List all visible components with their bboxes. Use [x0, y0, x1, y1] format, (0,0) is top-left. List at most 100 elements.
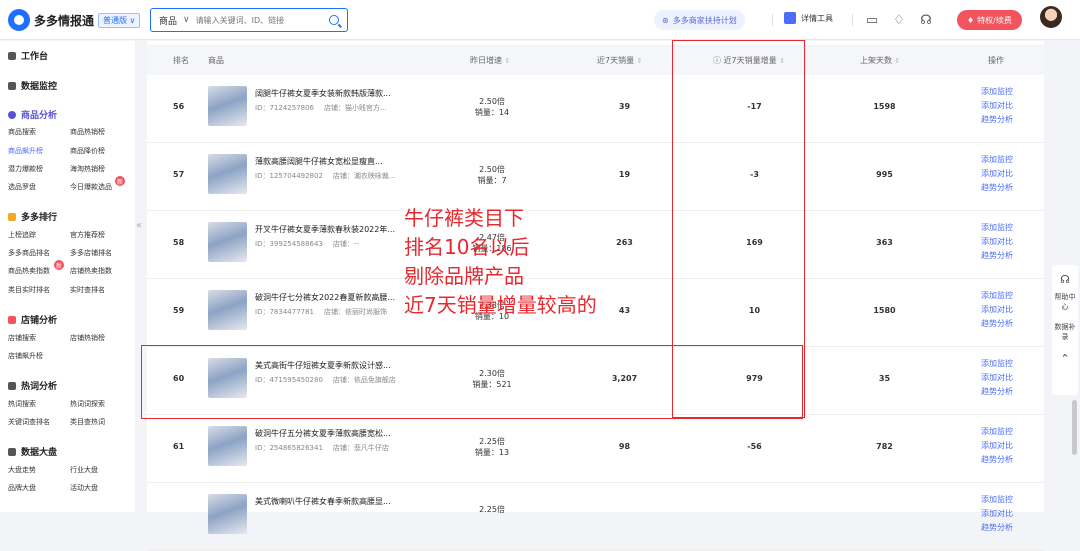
sidebar-section-product-analysis[interactable]: 商品分析: [8, 108, 57, 121]
add-compare-link[interactable]: 添加对比: [967, 439, 1027, 453]
shop-name[interactable]: 依丽时尚服饰: [345, 308, 387, 316]
sidebar-item[interactable]: 多多店铺排名: [70, 248, 112, 258]
sidebar-item[interactable]: 活动大盘: [70, 483, 98, 493]
sidebar-item[interactable]: 店铺热销榜: [70, 333, 105, 343]
table-row: 61 破洞牛仔五分裤女夏季薄款高腰宽松... ID：254865826341 店铺：悲…: [147, 415, 1044, 483]
trend-analysis-link[interactable]: 趋势分析: [967, 521, 1027, 535]
search-category-select[interactable]: 商品 ∨: [151, 9, 196, 31]
sidebar-item[interactable]: 热词搜索: [8, 399, 36, 409]
product-title[interactable]: 阔腿牛仔裤女夏季女装新款韩版薄款...: [255, 88, 415, 99]
avatar[interactable]: [1040, 6, 1062, 28]
headset-icon[interactable]: ☊: [1052, 273, 1078, 286]
product-image[interactable]: [208, 494, 247, 534]
sidebar-item[interactable]: 商品搜索: [8, 127, 36, 137]
sidebar-item[interactable]: 店铺飙升榜: [8, 351, 43, 361]
sidebar-section-ranking[interactable]: 多多排行: [8, 210, 57, 223]
trend-analysis-link[interactable]: 趋势分析: [967, 249, 1027, 263]
sidebar-item[interactable]: 店铺热卖指数: [70, 266, 112, 276]
sidebar-item[interactable]: 类目查热词: [70, 417, 105, 427]
add-monitor-link[interactable]: 添加监控: [967, 153, 1027, 167]
sidebar-item[interactable]: 类目实时排名: [8, 285, 50, 295]
add-monitor-link[interactable]: 添加监控: [967, 289, 1027, 303]
sidebar-item[interactable]: 大盘走势: [8, 465, 36, 475]
sidebar-item[interactable]: 商品热卖指数: [8, 266, 50, 276]
trend-analysis-link[interactable]: 趋势分析: [967, 113, 1027, 127]
customer-service-icon[interactable]: ☊: [917, 11, 935, 29]
product-title[interactable]: 破洞牛仔七分裤女2022春夏新款高腰...: [255, 292, 415, 303]
sidebar-item[interactable]: 选品罗盘: [8, 182, 36, 192]
app-name: 多多情报通: [34, 13, 95, 28]
product-image[interactable]: [208, 154, 247, 194]
vip-renew-button[interactable]: ♦ 特权/续费: [957, 10, 1022, 30]
sidebar-item[interactable]: 多多商品排名: [8, 248, 50, 258]
product-title[interactable]: 薄款高腰阔腿牛仔裤女宽松显瘦直...: [255, 156, 415, 167]
version-badge[interactable]: 普通版 ∨: [98, 12, 141, 28]
sidebar-section-dashboard[interactable]: 数据大盘: [8, 445, 57, 458]
sidebar-section-hotword[interactable]: 热词分析: [8, 379, 57, 392]
sidebar-item[interactable]: 商品飙升榜: [8, 146, 43, 156]
add-monitor-link[interactable]: 添加监控: [967, 425, 1027, 439]
search-icon[interactable]: [329, 15, 339, 25]
sidebar-item[interactable]: 实时查排名: [70, 285, 105, 295]
shop-name[interactable]: 悲凡牛仔店: [354, 444, 389, 452]
add-monitor-link[interactable]: 添加监控: [967, 357, 1027, 371]
shop-name[interactable]: --: [354, 240, 359, 248]
back-to-top-icon[interactable]: ⌃: [1052, 352, 1078, 365]
column-header-sales7[interactable]: 近7天销量 ⇕: [597, 55, 643, 66]
sidebar-item[interactable]: 品牌大盘: [8, 483, 36, 493]
help-center-link[interactable]: 帮助中心: [1052, 292, 1078, 312]
add-monitor-link[interactable]: 添加监控: [967, 493, 1027, 507]
new-badge: 新: [54, 260, 64, 270]
product-meta: ID：7124257806 店铺：猫小贱官方...: [255, 103, 387, 113]
search-input[interactable]: [195, 15, 296, 25]
sidebar-item[interactable]: 关键词查排名: [8, 417, 50, 427]
sales7-cell: 39: [618, 102, 631, 111]
trend-analysis-link[interactable]: 趋势分析: [967, 453, 1027, 467]
add-monitor-link[interactable]: 添加监控: [967, 221, 1027, 235]
trend-analysis-link[interactable]: 趋势分析: [967, 181, 1027, 195]
add-compare-link[interactable]: 添加对比: [967, 99, 1027, 113]
sidebar-item[interactable]: 商品热销榜: [70, 127, 105, 137]
trend-analysis-link[interactable]: 趋势分析: [967, 317, 1027, 331]
add-compare-link[interactable]: 添加对比: [967, 235, 1027, 249]
detail-tool-button[interactable]: 详情工具: [784, 12, 833, 24]
shop-name[interactable]: 潮衣映咏裁...: [354, 172, 396, 180]
sidebar-item[interactable]: 店铺搜索: [8, 333, 36, 343]
add-compare-link[interactable]: 添加对比: [967, 167, 1027, 181]
product-image[interactable]: [208, 86, 247, 126]
product-image[interactable]: [208, 426, 247, 466]
sidebar-item[interactable]: 行业大盘: [70, 465, 98, 475]
product-title[interactable]: 破洞牛仔五分裤女夏季薄款高腰宽松...: [255, 428, 415, 439]
product-image[interactable]: [208, 222, 247, 262]
sidebar-item[interactable]: 商品降价榜: [70, 146, 105, 156]
bell-icon[interactable]: ♢: [890, 11, 908, 29]
product-title[interactable]: 开叉牛仔裤女夏季薄款春秋装2022年...: [255, 224, 415, 235]
column-header-days[interactable]: 上架天数 ⇕: [860, 55, 900, 66]
product-title[interactable]: 美式微喇叭牛仔裤女春季新款高腰显...: [255, 496, 415, 507]
add-compare-link[interactable]: 添加对比: [967, 303, 1027, 317]
product-image[interactable]: [208, 290, 247, 330]
sidebar-item[interactable]: 今日爆款选品: [70, 182, 112, 192]
data-supplement-link[interactable]: 数据补录: [1052, 322, 1078, 342]
add-compare-link[interactable]: 添加对比: [967, 507, 1027, 521]
annotation-line: 近7天销量增量较高的: [404, 293, 597, 317]
scrollbar[interactable]: [1072, 400, 1077, 455]
sidebar-section-monitor[interactable]: 数据监控: [8, 79, 57, 92]
merchant-plan-button[interactable]: ⊛ 多多商家扶持计划: [654, 10, 745, 30]
sales7-cell: 19: [618, 170, 631, 179]
shop-name[interactable]: 猫小贱官方...: [345, 104, 387, 112]
sidebar-item[interactable]: 官方推荐榜: [70, 230, 105, 240]
sidebar-item[interactable]: 上榜追踪: [8, 230, 36, 240]
trend-analysis-link[interactable]: 趋势分析: [967, 385, 1027, 399]
add-compare-link[interactable]: 添加对比: [967, 371, 1027, 385]
sidebar-item[interactable]: 热词词探索: [70, 399, 105, 409]
sidebar-section-shop-analysis[interactable]: 店铺分析: [8, 313, 57, 326]
monitor-icon[interactable]: ▭: [863, 11, 881, 29]
column-header-growth[interactable]: 昨日增速 ⇕: [470, 55, 510, 66]
sidebar-section-workbench[interactable]: 工作台: [8, 49, 48, 62]
collapse-sidebar-icon[interactable]: «: [132, 220, 146, 234]
add-monitor-link[interactable]: 添加监控: [967, 85, 1027, 99]
sidebar-item[interactable]: 海淘热销榜: [70, 164, 105, 174]
sidebar-item[interactable]: 潜力爆款榜: [8, 164, 43, 174]
app-logo[interactable]: 多多情报通 普通版 ∨: [8, 9, 141, 31]
